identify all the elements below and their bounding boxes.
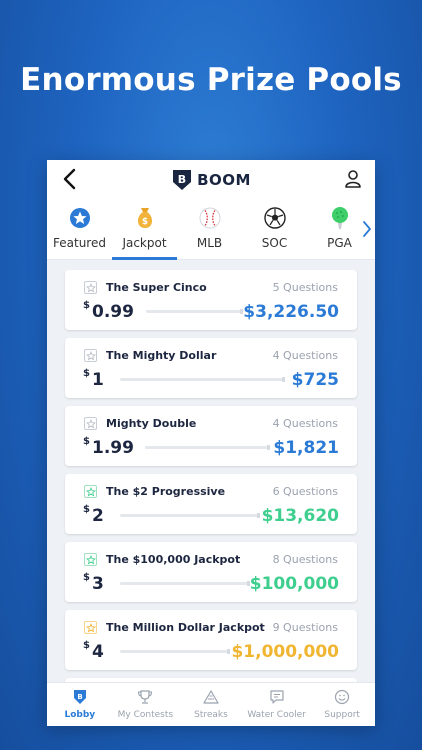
smiley-icon bbox=[334, 689, 350, 705]
svg-text:$: $ bbox=[141, 217, 147, 227]
user-icon bbox=[345, 170, 361, 188]
chevron-right-icon bbox=[363, 221, 371, 237]
currency-symbol: $ bbox=[83, 436, 90, 447]
contest-list: The Super Cinco 5 Questions $ 0.99 $3,22… bbox=[47, 260, 375, 682]
contest-name: The $100,000 Jackpot bbox=[106, 553, 241, 566]
nav-label: My Contests bbox=[117, 710, 174, 720]
entry-price: 0.99 bbox=[92, 302, 134, 322]
chevron-left-icon bbox=[63, 168, 76, 190]
triangle-icon bbox=[203, 689, 219, 705]
contest-card[interactable]: The Mighty Dollar 4 Questions $ 1 $725 bbox=[65, 338, 357, 398]
nav-water-cooler[interactable]: Water Cooler bbox=[244, 683, 310, 726]
soccer-ball-icon bbox=[263, 206, 287, 230]
contest-name: The $2 Progressive bbox=[106, 485, 226, 498]
boom-shield-logo-icon: B bbox=[173, 170, 192, 190]
progress-bar bbox=[145, 445, 270, 450]
contest-name: The Mighty Dollar bbox=[106, 349, 217, 362]
contest-card[interactable]: The Million Dollar Jackpot 9 Questions $… bbox=[65, 610, 357, 670]
tab-mlb[interactable]: MLB bbox=[177, 200, 242, 259]
contest-card[interactable]: The $100,000 Jackpot 8 Questions $ 3 $10… bbox=[65, 542, 357, 602]
star-icon[interactable] bbox=[84, 485, 97, 498]
prize-pool: $1,821 bbox=[273, 438, 339, 458]
entry-price: 2 bbox=[92, 506, 104, 526]
tab-label: PGA bbox=[327, 236, 352, 250]
star-icon[interactable] bbox=[84, 349, 97, 362]
currency-symbol: $ bbox=[83, 300, 90, 311]
svg-text:B: B bbox=[77, 693, 82, 701]
entry-price: 4 bbox=[92, 642, 104, 662]
contest-card[interactable]: Mighty Double 4 Questions $ 1.99 $1,821 bbox=[65, 406, 357, 466]
baseball-icon bbox=[198, 206, 222, 230]
back-button[interactable] bbox=[59, 166, 83, 192]
entry-price: 3 bbox=[92, 574, 104, 594]
star-icon[interactable] bbox=[84, 417, 97, 430]
app-screen: B BOOM Featured $ Jackpot MLB SOC PGA Th… bbox=[47, 160, 375, 726]
chat-bubble-icon bbox=[269, 689, 285, 705]
trophy-icon bbox=[137, 689, 153, 705]
prize-pool: $100,000 bbox=[249, 574, 339, 594]
prize-pool: $1,000,000 bbox=[231, 642, 339, 662]
star-icon[interactable] bbox=[84, 553, 97, 566]
currency-symbol: $ bbox=[83, 368, 90, 379]
tab-label: Jackpot bbox=[122, 236, 167, 250]
nav-label: Water Cooler bbox=[247, 710, 306, 720]
question-count: 4 Questions bbox=[272, 417, 338, 430]
currency-symbol: $ bbox=[83, 640, 90, 651]
tabs-scroll-right-button[interactable] bbox=[361, 220, 373, 238]
profile-button[interactable] bbox=[343, 168, 363, 190]
tab-jackpot[interactable]: $ Jackpot bbox=[112, 200, 177, 260]
tab-label: Featured bbox=[53, 236, 106, 250]
progress-bar bbox=[146, 309, 243, 314]
star-icon[interactable] bbox=[84, 621, 97, 634]
progress-bar bbox=[120, 513, 260, 518]
boom-shield-icon: B bbox=[72, 689, 88, 705]
tab-soc[interactable]: SOC bbox=[242, 200, 307, 259]
question-count: 9 Questions bbox=[272, 621, 338, 634]
top-bar: B BOOM bbox=[47, 160, 375, 200]
prize-pool: $13,620 bbox=[261, 506, 339, 526]
contest-card[interactable]: The $2 Progressive 6 Questions $ 2 $13,6… bbox=[65, 474, 357, 534]
nav-streaks[interactable]: Streaks bbox=[178, 683, 244, 726]
headline: Enormous Prize Pools bbox=[20, 62, 402, 98]
nav-lobby[interactable]: B Lobby bbox=[47, 683, 113, 726]
app-logo: B BOOM bbox=[171, 168, 251, 192]
star-icon[interactable] bbox=[84, 281, 97, 294]
tab-label: SOC bbox=[261, 236, 288, 250]
question-count: 6 Questions bbox=[272, 485, 338, 498]
prize-pool: $725 bbox=[291, 370, 339, 390]
nav-label: Support bbox=[324, 710, 360, 720]
progress-bar bbox=[120, 581, 250, 586]
nav-my-contests[interactable]: My Contests bbox=[113, 683, 179, 726]
question-count: 4 Questions bbox=[272, 349, 338, 362]
entry-price: 1.99 bbox=[92, 438, 134, 458]
tab-label: MLB bbox=[196, 236, 223, 250]
nav-label: Streaks bbox=[194, 710, 228, 720]
tab-featured[interactable]: Featured bbox=[47, 200, 112, 259]
contest-name: The Million Dollar Jackpot bbox=[106, 621, 265, 634]
category-tabs: Featured $ Jackpot MLB SOC PGA bbox=[47, 200, 375, 260]
entry-price: 1 bbox=[92, 370, 104, 390]
question-count: 5 Questions bbox=[272, 281, 338, 294]
star-badge-icon bbox=[68, 206, 92, 230]
currency-symbol: $ bbox=[83, 572, 90, 583]
currency-symbol: $ bbox=[83, 504, 90, 515]
progress-bar bbox=[120, 649, 230, 654]
svg-text:B: B bbox=[178, 173, 186, 186]
contest-card[interactable]: The Super Cinco 5 Questions $ 0.99 $3,22… bbox=[65, 270, 357, 330]
question-count: 8 Questions bbox=[272, 553, 338, 566]
progress-bar bbox=[120, 377, 285, 382]
money-bag-icon: $ bbox=[133, 206, 157, 230]
nav-label: Lobby bbox=[64, 710, 96, 720]
logo-text: BOOM bbox=[197, 171, 251, 189]
prize-pool: $3,226.50 bbox=[243, 302, 339, 322]
contest-name: The Super Cinco bbox=[106, 281, 207, 294]
golf-ball-icon bbox=[328, 206, 352, 230]
nav-support[interactable]: Support bbox=[309, 683, 375, 726]
bottom-nav: B Lobby My Contests Streaks Water Cooler bbox=[47, 682, 375, 726]
contest-name: Mighty Double bbox=[106, 417, 197, 430]
